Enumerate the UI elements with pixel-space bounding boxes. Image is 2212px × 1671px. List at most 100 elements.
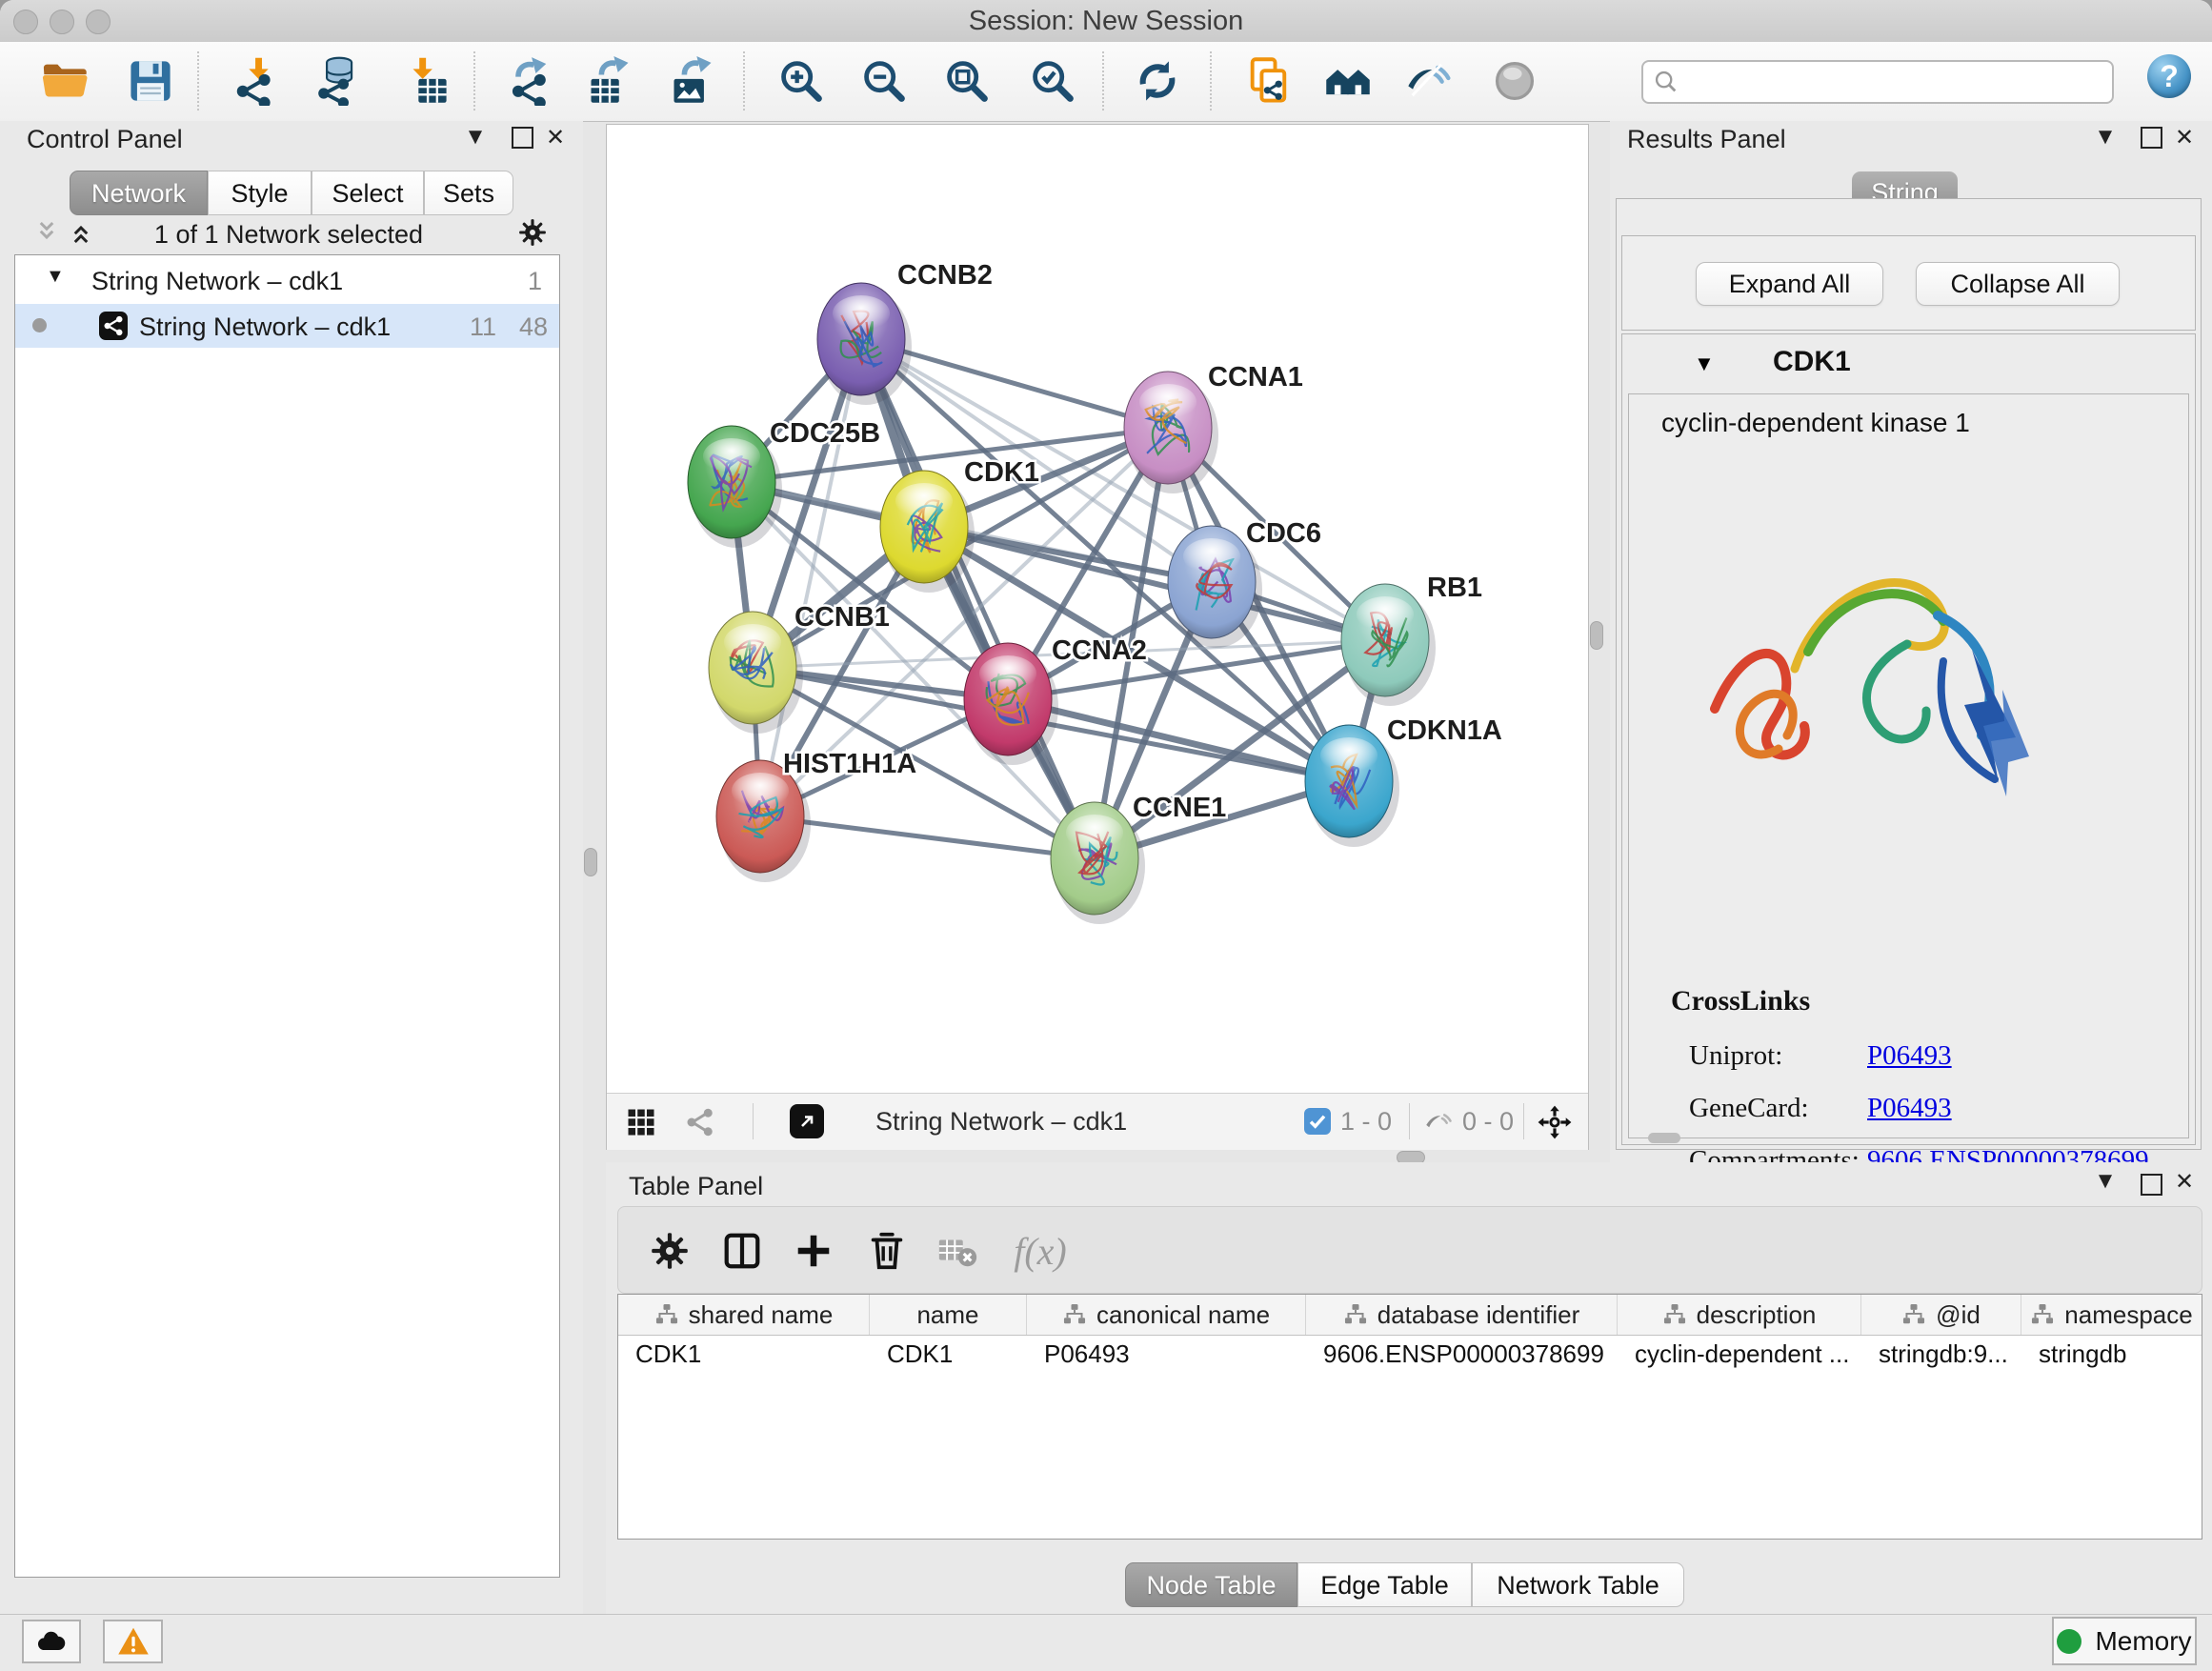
results-panel-close-button[interactable]: ✕ <box>2170 124 2199 151</box>
delete-table-button[interactable] <box>931 1224 984 1278</box>
duplicate-network-button[interactable] <box>1241 53 1297 109</box>
crosslink-link[interactable]: P06493 <box>1867 1040 1952 1072</box>
first-neighbors-button[interactable] <box>1320 53 1376 109</box>
node-label: CDC25B <box>770 418 880 449</box>
tab-style[interactable]: Style <box>208 171 312 215</box>
table-cell[interactable]: CDK1 <box>870 1335 1027 1373</box>
hide-graphics-details-button[interactable] <box>1401 53 1457 109</box>
import-table-button[interactable] <box>399 53 454 109</box>
table-row[interactable]: CDK1CDK1P064939606.ENSP00000378699cyclin… <box>618 1335 2202 1373</box>
column-header-label: namespace <box>2064 1300 2192 1330</box>
zoom-selected-button[interactable] <box>1025 53 1080 109</box>
crosslink-link[interactable]: P06493 <box>1867 1093 1952 1124</box>
left-splitter-handle[interactable] <box>584 848 597 876</box>
create-column-button[interactable] <box>787 1224 840 1278</box>
node-label: CDK1 <box>964 457 1039 488</box>
table-cell[interactable]: stringdb:9... <box>1861 1335 2021 1373</box>
footer-separator <box>1409 1103 1410 1139</box>
tab-select[interactable]: Select <box>312 171 424 215</box>
zoom-fit-button[interactable] <box>939 53 995 109</box>
column-header-description[interactable]: description <box>1618 1295 1861 1335</box>
expand-all-tree-button[interactable] <box>67 218 95 252</box>
double-chevron-down-icon <box>32 218 61 247</box>
selected-checkbox-icon[interactable] <box>1304 1108 1331 1135</box>
node-label: CDC6 <box>1246 518 1321 549</box>
node-label: CCNA2 <box>1052 635 1147 666</box>
control-panel-close-button[interactable]: ✕ <box>541 124 570 151</box>
gene-section-expander-icon[interactable]: ▼ <box>1694 352 1715 376</box>
column-header--id[interactable]: @id <box>1861 1295 2021 1335</box>
open-session-button[interactable] <box>37 53 92 109</box>
network-row-selected[interactable]: String Network – cdk1 11 48 <box>15 304 559 348</box>
table-cell[interactable]: 9606.ENSP00000378699 <box>1306 1335 1618 1373</box>
collection-expander-icon[interactable]: ▼ <box>46 266 65 288</box>
table-cell[interactable]: CDK1 <box>618 1335 870 1373</box>
column-header-database-identifier[interactable]: database identifier <box>1306 1295 1618 1335</box>
show-columns-button[interactable] <box>715 1224 769 1278</box>
trash-icon <box>865 1229 909 1273</box>
zoom-in-icon <box>776 56 826 106</box>
network-view[interactable]: CCNB2CCNA1CDC25BCDK1CDC6RB1CCNB1CCNA2CDK… <box>606 124 1589 1150</box>
search-icon <box>1653 69 1679 95</box>
help-button[interactable]: ? <box>2147 54 2191 98</box>
tab-network-table[interactable]: Network Table <box>1472 1562 1684 1607</box>
double-chevron-up-icon <box>67 218 95 247</box>
results-buttons-box: Expand All Collapse All <box>1621 235 2196 331</box>
duplicate-documents-icon <box>1244 56 1294 106</box>
show-graphics-details-button[interactable] <box>1487 53 1542 109</box>
table-panel-close-button[interactable]: ✕ <box>2170 1168 2199 1196</box>
zoom-in-button[interactable] <box>774 53 829 109</box>
tab-edge-table[interactable]: Edge Table <box>1297 1562 1472 1607</box>
network-collection-row[interactable]: ▼ String Network – cdk1 1 <box>15 260 559 304</box>
network-share-view-button[interactable] <box>683 1105 717 1144</box>
column-header-shared-name[interactable]: shared name <box>618 1295 870 1335</box>
cloud-status-button[interactable] <box>22 1620 81 1663</box>
warnings-button[interactable] <box>103 1620 163 1663</box>
export-image-button[interactable] <box>665 53 720 109</box>
memory-label: Memory <box>2095 1626 2191 1657</box>
export-network-button[interactable] <box>503 53 558 109</box>
import-network-database-button[interactable] <box>311 53 366 109</box>
birds-eye-navigator-button[interactable] <box>1537 1104 1573 1145</box>
control-panel-maximize-button[interactable] <box>508 127 536 155</box>
eye-slash-icon <box>1404 56 1454 106</box>
table-cell[interactable]: cyclin-dependent ... <box>1618 1335 1861 1373</box>
zoom-fit-icon <box>942 56 992 106</box>
import-network-button[interactable] <box>230 53 285 109</box>
right-splitter-handle[interactable] <box>1590 621 1603 650</box>
toolbar-separator <box>743 51 745 111</box>
arrow-up-right-icon <box>795 1110 818 1133</box>
control-panel-float-button[interactable]: ▼ <box>461 124 490 151</box>
tab-node-table[interactable]: Node Table <box>1125 1562 1297 1607</box>
table-cell[interactable]: stringdb <box>2021 1335 2202 1373</box>
search-input[interactable] <box>1689 64 2102 98</box>
results-panel-maximize-button[interactable] <box>2137 127 2165 155</box>
expand-all-button[interactable]: Expand All <box>1696 262 1883 306</box>
export-table-icon <box>585 56 634 106</box>
tab-network[interactable]: Network <box>70 171 208 215</box>
collapse-all-button[interactable]: Collapse All <box>1916 262 2120 306</box>
refresh-button[interactable] <box>1130 53 1185 109</box>
network-graph[interactable]: CCNB2CCNA1CDC25BCDK1CDC6RB1CCNB1CCNA2CDK… <box>607 125 1588 1093</box>
export-table-button[interactable] <box>582 53 637 109</box>
network-options-button[interactable] <box>516 216 549 253</box>
results-panel-float-button[interactable]: ▼ <box>2091 124 2120 151</box>
detach-view-button[interactable] <box>790 1104 824 1138</box>
memory-button[interactable]: Memory <box>2052 1617 2197 1665</box>
delete-column-button[interactable] <box>860 1224 914 1278</box>
results-scrollbar-thumb[interactable] <box>1648 1133 1680 1143</box>
table-panel-float-button[interactable]: ▼ <box>2091 1168 2120 1195</box>
column-header-name[interactable]: name <box>870 1295 1027 1335</box>
table-settings-button[interactable] <box>643 1224 696 1278</box>
houses-icon <box>1323 56 1373 106</box>
function-builder-button[interactable]: f(x) <box>997 1224 1083 1278</box>
column-header-canonical-name[interactable]: canonical name <box>1027 1295 1306 1335</box>
save-session-button[interactable] <box>123 53 178 109</box>
table-panel-maximize-button[interactable] <box>2137 1174 2165 1202</box>
zoom-out-button[interactable] <box>856 53 912 109</box>
grid-view-button[interactable] <box>624 1105 658 1144</box>
tab-sets[interactable]: Sets <box>424 171 513 215</box>
collapse-all-tree-button[interactable] <box>32 218 61 252</box>
table-cell[interactable]: P06493 <box>1027 1335 1306 1373</box>
column-header-namespace[interactable]: namespace <box>2021 1295 2202 1335</box>
